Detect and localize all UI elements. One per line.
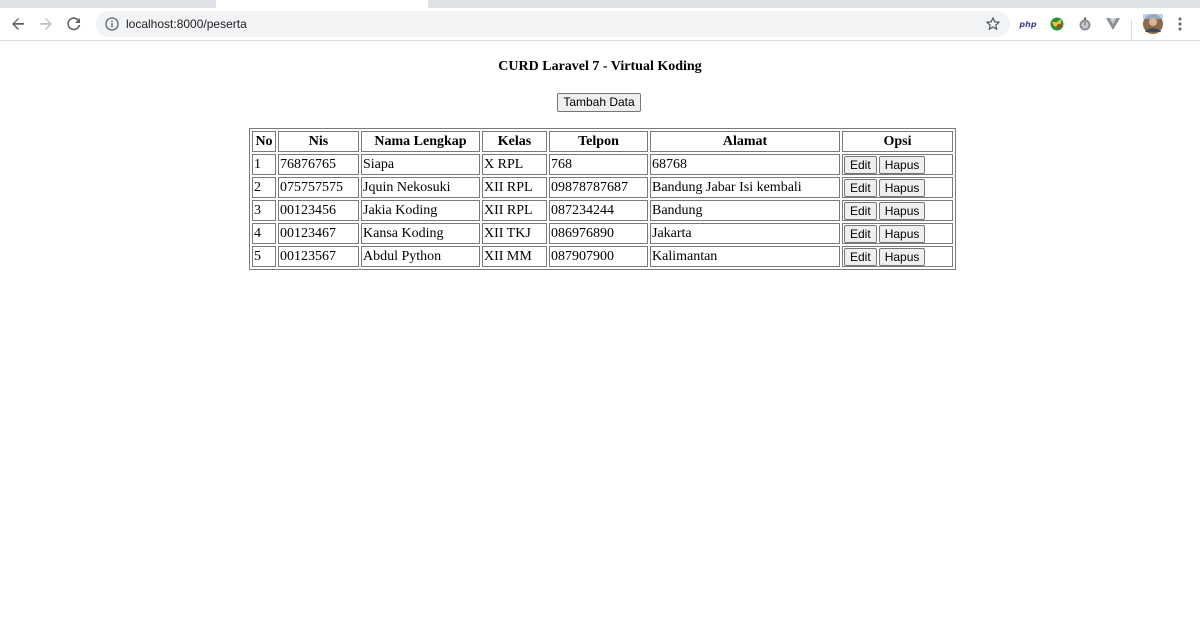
header-telpon: Telpon bbox=[549, 131, 648, 152]
cell-nama: Kansa Koding bbox=[361, 223, 480, 244]
cell-alamat: Bandung Jabar Isi kembali bbox=[650, 177, 840, 198]
cell-kelas: XII MM bbox=[482, 246, 547, 267]
header-kelas: Kelas bbox=[482, 131, 547, 152]
edit-button[interactable]: Edit bbox=[844, 247, 877, 266]
php-extension-icon[interactable]: php bbox=[1018, 14, 1038, 34]
cell-nama: Abdul Python bbox=[361, 246, 480, 267]
table-row: 5 00123567 Abdul Python XII MM 087907900… bbox=[252, 246, 953, 267]
cell-kelas: XII TKJ bbox=[482, 223, 547, 244]
toolbar-divider bbox=[1131, 20, 1132, 40]
info-icon[interactable] bbox=[104, 16, 120, 32]
hapus-button[interactable]: Hapus bbox=[878, 224, 926, 243]
table-row: 1 76876765 Siapa X RPL 768 68768 Edit Hap… bbox=[252, 154, 953, 175]
cell-no: 4 bbox=[252, 223, 276, 244]
cell-telpon: 087907900 bbox=[549, 246, 648, 267]
profile-avatar[interactable] bbox=[1142, 13, 1164, 35]
cell-alamat: 68768 bbox=[650, 154, 840, 175]
header-alamat: Alamat bbox=[650, 131, 840, 152]
cell-no: 5 bbox=[252, 246, 276, 267]
cell-nis: 00123456 bbox=[278, 200, 359, 221]
table-header-row: No Nis Nama Lengkap Kelas Telpon Alamat … bbox=[252, 131, 953, 152]
hapus-button[interactable]: Hapus bbox=[878, 247, 926, 266]
page-title: CURD Laravel 7 - Virtual Koding bbox=[498, 59, 702, 74]
edit-button[interactable]: Edit bbox=[844, 155, 877, 174]
cell-opsi: Edit Hapus bbox=[842, 223, 953, 244]
cell-nama: Jakia Koding bbox=[361, 200, 480, 221]
edit-button[interactable]: Edit bbox=[844, 201, 877, 220]
cell-nama: Jquin Nekosuki bbox=[361, 177, 480, 198]
cell-alamat: Jakarta bbox=[650, 223, 840, 244]
cell-nis: 00123567 bbox=[278, 246, 359, 267]
cell-opsi: Edit Hapus bbox=[842, 154, 953, 175]
tambah-data-button[interactable]: Tambah Data bbox=[557, 93, 641, 112]
cell-telpon: 086976890 bbox=[549, 223, 648, 244]
cell-alamat: Bandung bbox=[650, 200, 840, 221]
back-icon[interactable] bbox=[6, 12, 30, 36]
tab-strip bbox=[0, 0, 1200, 8]
address-bar[interactable]: localhost:8000/peserta bbox=[96, 11, 1010, 37]
cell-telpon: 087234244 bbox=[549, 200, 648, 221]
browser-toolbar: localhost:8000/peserta php bbox=[0, 8, 1200, 41]
table-row: 4 00123467 Kansa Koding XII TKJ 08697689… bbox=[252, 223, 953, 244]
hapus-button[interactable]: Hapus bbox=[878, 201, 926, 220]
bookmark-star-icon[interactable] bbox=[984, 15, 1002, 33]
timer-extension-icon[interactable] bbox=[1075, 14, 1095, 34]
cell-telpon: 768 bbox=[549, 154, 648, 175]
url-text[interactable]: localhost:8000/peserta bbox=[126, 11, 247, 37]
cell-nis: 075757575 bbox=[278, 177, 359, 198]
vue-devtools-icon[interactable] bbox=[1103, 14, 1123, 34]
cell-no: 3 bbox=[252, 200, 276, 221]
header-nis: Nis bbox=[278, 131, 359, 152]
cell-nis: 76876765 bbox=[278, 154, 359, 175]
active-tab[interactable] bbox=[216, 0, 428, 8]
cell-no: 1 bbox=[252, 154, 276, 175]
cell-alamat: Kalimantan bbox=[650, 246, 840, 267]
menu-kebab-icon[interactable] bbox=[1168, 12, 1192, 36]
cell-kelas: XII RPL bbox=[482, 200, 547, 221]
cell-kelas: X RPL bbox=[482, 154, 547, 175]
reload-icon[interactable] bbox=[62, 12, 86, 36]
hapus-button[interactable]: Hapus bbox=[878, 155, 926, 174]
forward-icon[interactable] bbox=[34, 12, 58, 36]
edit-button[interactable]: Edit bbox=[844, 178, 877, 197]
cell-opsi: Edit Hapus bbox=[842, 200, 953, 221]
header-nama-lengkap: Nama Lengkap bbox=[361, 131, 480, 152]
cell-kelas: XII RPL bbox=[482, 177, 547, 198]
table-row: 2 075757575 Jquin Nekosuki XII RPL 09878… bbox=[252, 177, 953, 198]
page-content: CURD Laravel 7 - Virtual Koding Tambah D… bbox=[0, 41, 1200, 630]
header-opsi: Opsi bbox=[842, 131, 953, 152]
cell-opsi: Edit Hapus bbox=[842, 177, 953, 198]
peserta-table: No Nis Nama Lengkap Kelas Telpon Alamat … bbox=[249, 128, 956, 270]
header-no: No bbox=[252, 131, 276, 152]
globe-extension-icon[interactable] bbox=[1047, 14, 1067, 34]
cell-telpon: 09878787687 bbox=[549, 177, 648, 198]
table-row: 3 00123456 Jakia Koding XII RPL 08723424… bbox=[252, 200, 953, 221]
cell-opsi: Edit Hapus bbox=[842, 246, 953, 267]
cell-nis: 00123467 bbox=[278, 223, 359, 244]
cell-no: 2 bbox=[252, 177, 276, 198]
hapus-button[interactable]: Hapus bbox=[878, 178, 926, 197]
cell-nama: Siapa bbox=[361, 154, 480, 175]
edit-button[interactable]: Edit bbox=[844, 224, 877, 243]
